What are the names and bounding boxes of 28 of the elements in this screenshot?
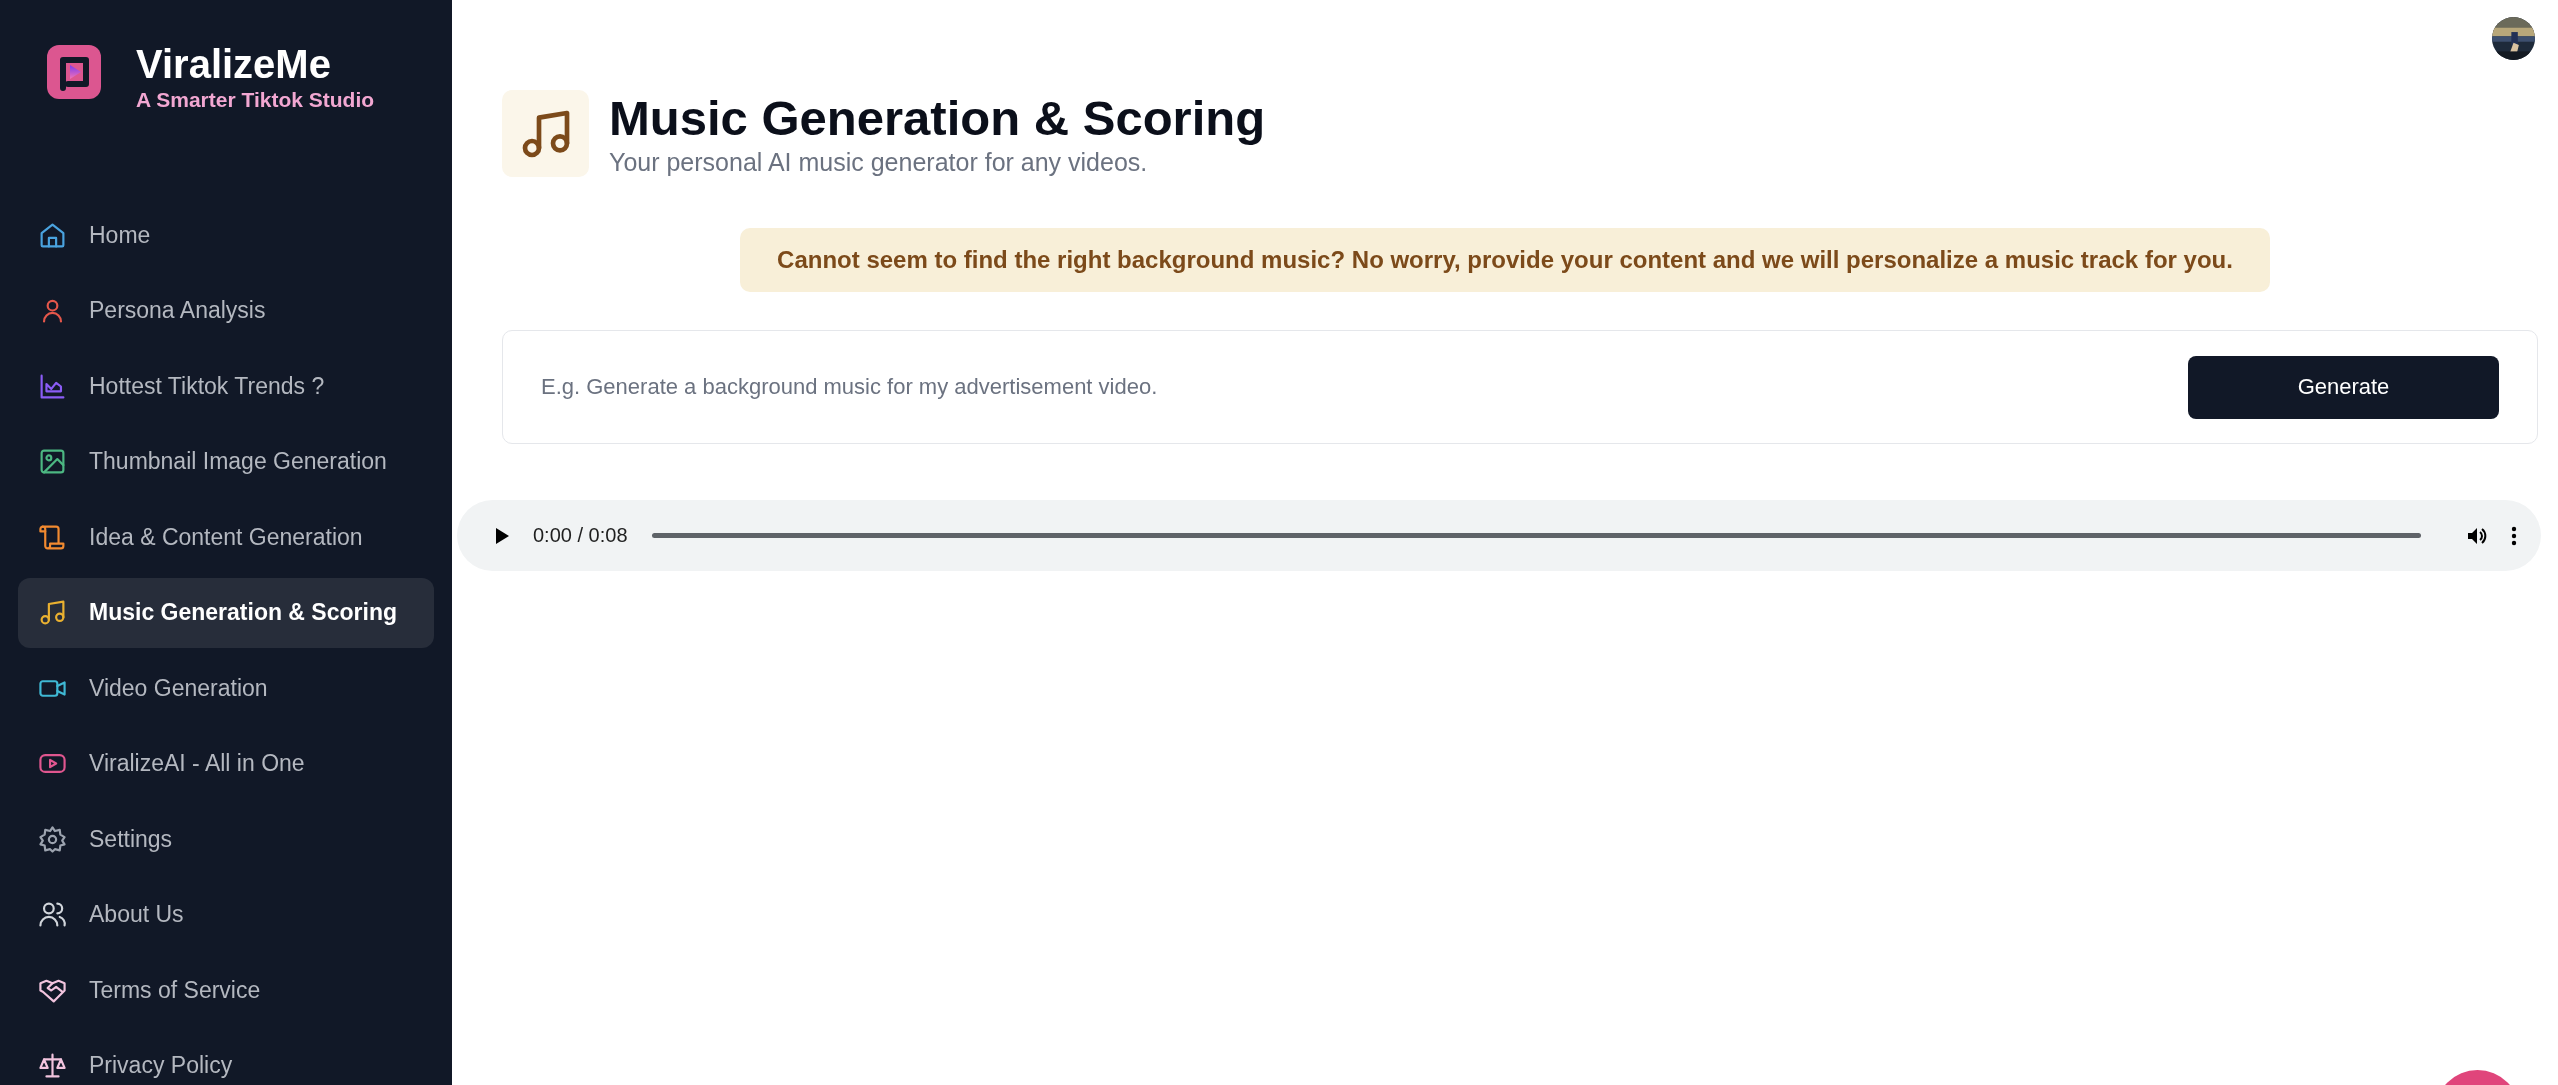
sidebar-item[interactable]: ViralizeAI - All in One	[18, 728, 434, 799]
image-icon	[38, 447, 67, 476]
sidebar-item[interactable]: Settings	[18, 804, 434, 874]
brand-name: ViralizeMe	[136, 42, 332, 86]
music-note-icon	[38, 598, 67, 627]
scale-icon	[38, 1051, 67, 1080]
sidebar-item[interactable]: Hottest Tiktok Trends ?	[18, 351, 434, 421]
sidebar-item[interactable]: Persona Analysis	[18, 275, 434, 346]
avatar[interactable]	[2492, 17, 2535, 60]
people-icon	[38, 900, 67, 929]
logo-icon	[46, 44, 102, 100]
page-title: Music Generation & Scoring	[609, 90, 1266, 146]
prompt-card[interactable]: E.g. Generate a background music for my advertisement video. Generate	[502, 330, 2538, 444]
brand-tagline: A Smarter Tiktok Studio	[136, 88, 375, 112]
progress-track[interactable]	[651, 533, 2421, 538]
sidebar-item[interactable]: About Us	[18, 879, 434, 950]
settings-icon	[38, 824, 67, 854]
sidebar-item[interactable]: Music Generation & Scoring	[18, 577, 434, 648]
sidebar-item[interactable]: Privacy Policy	[18, 1030, 434, 1085]
page-subtitle: Your personal AI music generator for any videos.	[609, 148, 1149, 177]
sidebar-item[interactable]: Terms of Service	[18, 955, 434, 1025]
sidebar-item[interactable]: Idea & Content Generation	[18, 502, 434, 572]
info-banner: Cannot seem to find the right background music? No worry, provide your content and we will personalize a music track for you.	[740, 228, 2270, 292]
playback-time: 0:00 / 0:08	[533, 524, 628, 547]
sidebar-item[interactable]: Thumbnail Image Generation	[18, 426, 434, 497]
sidebar-item[interactable]: Video Generation	[18, 653, 434, 723]
generate-button[interactable]: Generate	[2188, 355, 2499, 419]
sidebar-item[interactable]: Home	[18, 200, 434, 270]
